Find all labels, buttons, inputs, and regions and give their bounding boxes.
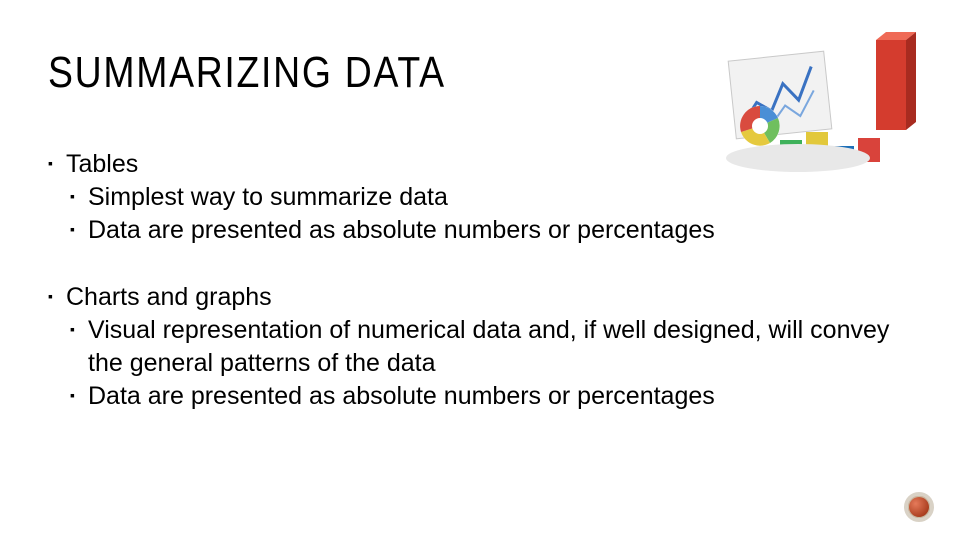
bullet-text: Data are presented as absolute numbers o… (88, 382, 715, 410)
bullet-sub: Data are presented as absolute numbers o… (70, 214, 912, 247)
bullet-heading: Charts and graphs (48, 281, 912, 314)
bullet-text: Simplest way to summarize data (88, 183, 448, 211)
bullet-text: Data are presented as absolute numbers o… (88, 216, 715, 244)
bullet-sub: Simplest way to summarize data (70, 181, 912, 214)
slide-content: Tables Simplest way to summarize data Da… (48, 148, 912, 413)
bullet-text: Visual representation of numerical data … (88, 316, 889, 377)
next-slide-button[interactable] (904, 492, 934, 522)
bullet-sub: Visual representation of numerical data … (70, 314, 912, 380)
slide: SUMMARIZING DATA Tables Simplest way to … (0, 0, 960, 540)
bullet-text: Charts and graphs (66, 283, 272, 311)
bullet-sub: Data are presented as absolute numbers o… (70, 380, 912, 413)
charts-clipart-icon (726, 30, 916, 180)
bullet-text: Tables (66, 150, 138, 178)
spacer (48, 247, 912, 281)
slide-title: SUMMARIZING DATA (48, 48, 446, 98)
